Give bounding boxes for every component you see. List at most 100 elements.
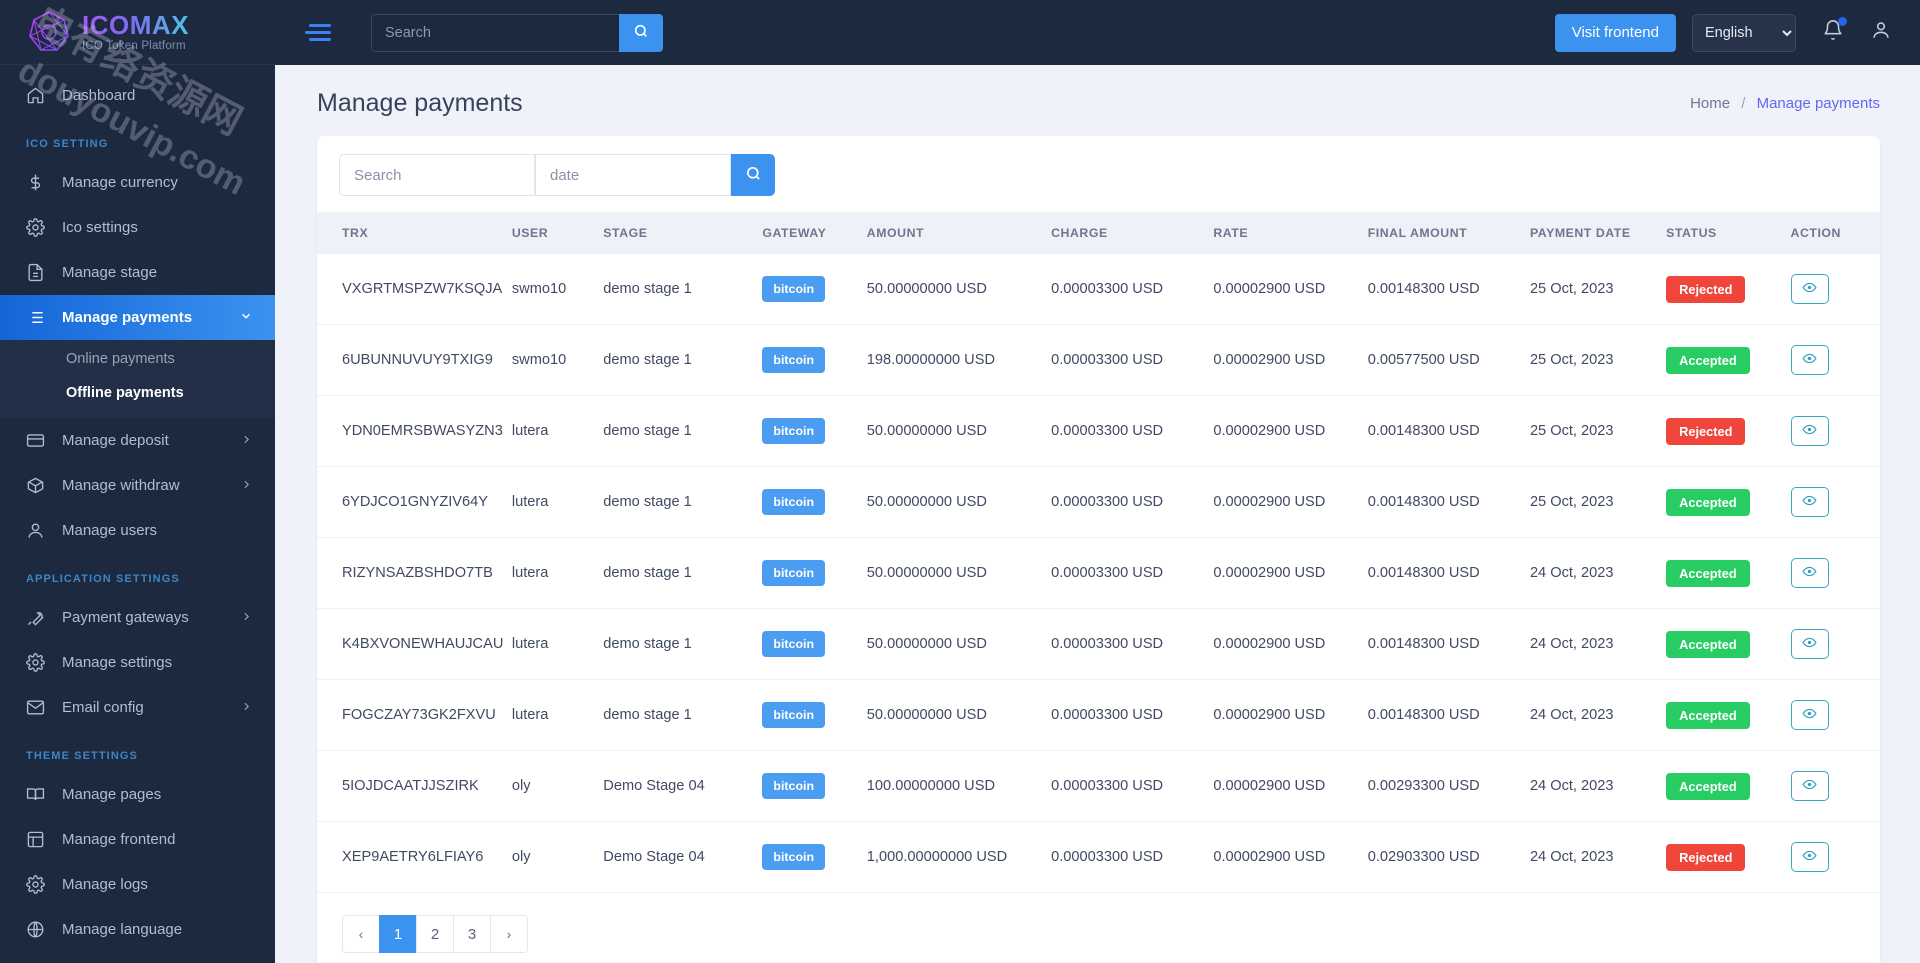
cell-action	[1790, 395, 1880, 467]
cell-payment-date: 24 Oct, 2023	[1529, 608, 1667, 680]
submenu-item-offline-payments[interactable]: Offline payments	[0, 376, 275, 410]
sidebar-item-email-config[interactable]: Email config	[0, 685, 275, 730]
cell-action	[1790, 466, 1880, 538]
status-badge: Rejected	[1666, 843, 1746, 871]
cell-amount: 50.00000000 USD	[866, 254, 1052, 325]
cell-amount: 1,000.00000000 USD	[866, 821, 1052, 893]
cell-trx: XEP9AETRY6LFIAY6	[317, 821, 512, 893]
search-button[interactable]	[619, 13, 663, 52]
view-details-button[interactable]	[1790, 700, 1829, 730]
cell-charge: 0.00003300 USD	[1051, 324, 1214, 396]
pagination-page-2[interactable]: 2	[416, 915, 454, 953]
sidebar-item-manage-frontend[interactable]: Manage frontend	[0, 817, 275, 862]
column-header-gateway: GATEWAY	[762, 226, 827, 240]
view-details-button[interactable]	[1790, 771, 1829, 801]
visit-frontend-button[interactable]: Visit frontend	[1554, 13, 1676, 52]
cell-payment-date: 25 Oct, 2023	[1529, 324, 1667, 396]
filter-search-input[interactable]	[339, 154, 535, 196]
sidebar-item-manage-settings[interactable]: Manage settings	[0, 640, 275, 685]
sidebar-item-dashboard[interactable]: Dashboard	[0, 73, 275, 118]
eye-icon	[1802, 777, 1817, 796]
column-header-action: ACTION	[1790, 226, 1841, 240]
hamburger-menu-icon[interactable]	[305, 20, 331, 45]
chevron-right-icon	[240, 610, 253, 626]
sidebar-item-manage-currency[interactable]: Manage currency	[0, 160, 275, 205]
gateway-badge: bitcoin	[762, 347, 826, 373]
sidebar-item-label: Payment gateways	[62, 609, 189, 626]
status-badge: Accepted	[1666, 346, 1750, 374]
view-details-button[interactable]	[1790, 487, 1829, 517]
table-row: FOGCZAY73GK2FXVU lutera demo stage 1 bitcoi…	[317, 679, 1880, 751]
status-badge: Rejected	[1666, 275, 1746, 303]
sidebar-item-manage-language[interactable]: Manage language	[0, 907, 275, 952]
sidebar-item-ico-settings[interactable]: Ico settings	[0, 205, 275, 250]
view-details-button[interactable]	[1790, 842, 1829, 872]
sidebar-item-manage-stage[interactable]: Manage stage	[0, 250, 275, 295]
language-select[interactable]: English	[1692, 13, 1796, 52]
cell-user: lutera	[511, 395, 604, 467]
view-details-button[interactable]	[1790, 629, 1829, 659]
sidebar-item-manage-pages[interactable]: Manage pages	[0, 772, 275, 817]
column-header-status: STATUS	[1666, 226, 1717, 240]
breadcrumb-home[interactable]: Home	[1690, 95, 1730, 112]
sidebar-item-label: Manage users	[62, 522, 158, 539]
table-row: 5IOJDCAATJJSZIRK oly Demo Stage 04 bitcoin 1…	[317, 750, 1880, 822]
cell-amount: 50.00000000 USD	[866, 679, 1052, 751]
cell-status: Accepted	[1666, 750, 1791, 822]
breadcrumb: Home / Manage payments	[1690, 95, 1880, 112]
sidebar-item-label: Manage language	[62, 921, 183, 938]
user-account-button[interactable]	[1870, 19, 1892, 46]
search-input[interactable]	[371, 13, 619, 52]
sidebar-item-payment-gateways[interactable]: Payment gateways	[0, 595, 275, 640]
gear-icon	[26, 875, 48, 894]
cell-stage: demo stage 1	[603, 608, 763, 680]
pagination-page-3[interactable]: 3	[453, 915, 491, 953]
cell-charge: 0.00003300 USD	[1051, 466, 1214, 538]
submenu-item-online-payments[interactable]: Online payments	[0, 342, 275, 376]
sidebar-item-manage-payments[interactable]: Manage payments	[0, 295, 275, 340]
table-row: RIZYNSAZBSHDO7TB lutera demo stage 1 bitcoi…	[317, 537, 1880, 609]
table-row: 6YDJCO1GNYZIV64Y lutera demo stage 1 bitcoi…	[317, 466, 1880, 538]
cell-action	[1790, 750, 1880, 822]
pagination-prev[interactable]: ‹	[342, 915, 380, 953]
brand[interactable]: ICOMAX ICO Token Platform	[0, 0, 275, 65]
gateway-badge: bitcoin	[762, 276, 826, 302]
user-icon	[26, 521, 48, 540]
filter-search-button[interactable]	[731, 154, 775, 196]
cell-final-amount: 0.00148300 USD	[1367, 466, 1530, 538]
cell-trx: YDN0EMRSBWASYZN3	[317, 395, 512, 467]
pagination-page-1[interactable]: 1	[379, 915, 417, 953]
cell-stage: demo stage 1	[603, 466, 763, 538]
sidebar-item-manage-logs[interactable]: Manage logs	[0, 862, 275, 907]
notifications-button[interactable]	[1822, 17, 1847, 46]
cell-status: Accepted	[1666, 466, 1791, 538]
view-details-button[interactable]	[1790, 416, 1829, 446]
view-details-button[interactable]	[1790, 274, 1829, 304]
cell-action	[1790, 679, 1880, 751]
cell-rate: 0.00002900 USD	[1213, 254, 1368, 325]
card-icon	[26, 431, 48, 450]
sidebar-item-manage-users[interactable]: Manage users	[0, 508, 275, 553]
cell-charge: 0.00003300 USD	[1051, 537, 1214, 609]
cell-amount: 50.00000000 USD	[866, 608, 1052, 680]
cell-action	[1790, 821, 1880, 893]
cell-action	[1790, 537, 1880, 609]
page-title: Manage payments	[317, 89, 523, 117]
cell-user: oly	[511, 821, 604, 893]
cell-final-amount: 0.00148300 USD	[1367, 254, 1530, 325]
view-details-button[interactable]	[1790, 558, 1829, 588]
cell-charge: 0.00003300 USD	[1051, 254, 1214, 325]
pagination-next[interactable]: ›	[490, 915, 528, 953]
column-header-user: USER	[511, 226, 549, 240]
sidebar-item-manage-withdraw[interactable]: Manage withdraw	[0, 463, 275, 508]
column-header-stage: STAGE	[603, 226, 648, 240]
sidebar-item-manage-deposit[interactable]: Manage deposit	[0, 418, 275, 463]
eye-icon	[1802, 564, 1817, 583]
cell-stage: demo stage 1	[603, 324, 763, 396]
cell-stage: demo stage 1	[603, 537, 763, 609]
cell-final-amount: 0.00148300 USD	[1367, 537, 1530, 609]
cell-rate: 0.00002900 USD	[1213, 821, 1368, 893]
sidebar-nav: Dashboard ICO SETTING Manage currency Ic…	[0, 65, 275, 952]
filter-date-input[interactable]	[535, 154, 731, 196]
view-details-button[interactable]	[1790, 345, 1829, 375]
